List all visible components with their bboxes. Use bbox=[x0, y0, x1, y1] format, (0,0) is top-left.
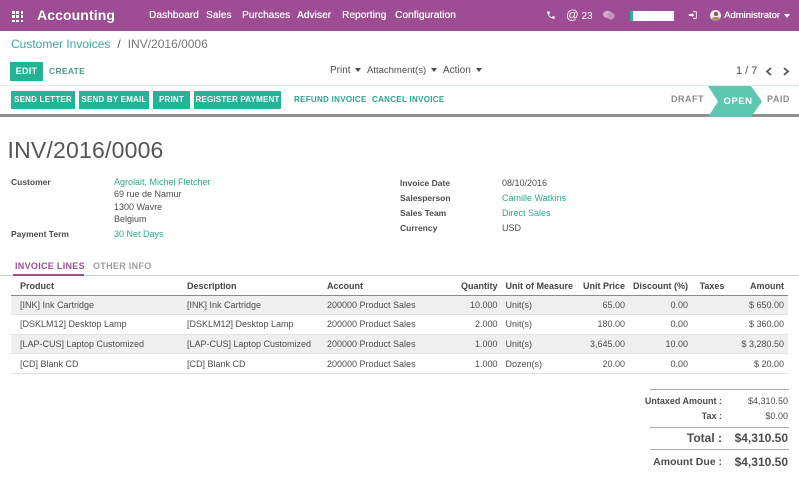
svg-text:OPEN: OPEN bbox=[724, 96, 753, 107]
